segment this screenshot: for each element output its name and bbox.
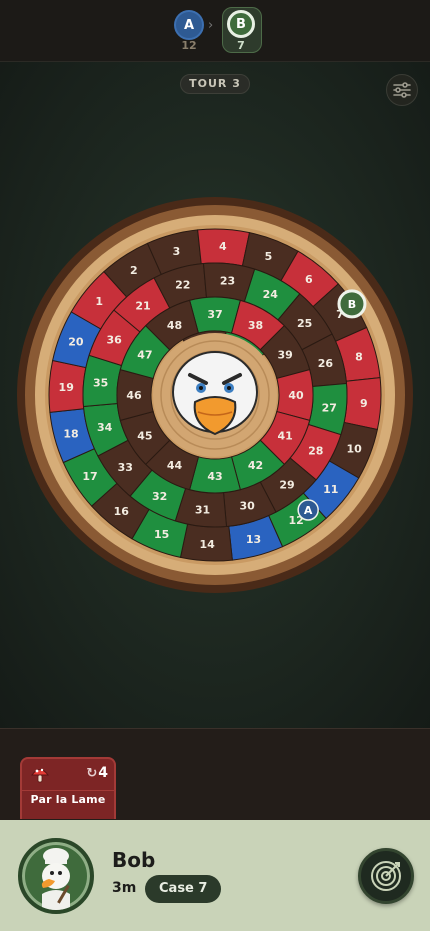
- card-count-value: 4: [98, 765, 108, 781]
- duck-face-icon: [172, 351, 258, 436]
- cell-number: 39: [277, 349, 292, 362]
- cell-number: 44: [167, 459, 183, 472]
- cell-number: 16: [114, 505, 130, 518]
- cell-number: 28: [308, 444, 323, 457]
- cell-number: 17: [82, 470, 97, 483]
- top-bar: A 12 › B 7: [0, 0, 430, 62]
- cell-number: 13: [246, 533, 261, 546]
- player-time: 3m: [112, 880, 137, 896]
- cell-number: 5: [265, 250, 273, 263]
- cell-number: 31: [195, 503, 210, 516]
- pawn-letter: A: [304, 504, 313, 517]
- cell-number: 26: [318, 357, 334, 370]
- cell-number: 6: [305, 273, 313, 286]
- player-b-score: 7: [237, 39, 245, 52]
- cell-number: 19: [59, 381, 74, 394]
- target-button[interactable]: [358, 848, 414, 904]
- cell-number: 40: [288, 389, 304, 402]
- cell-number: 20: [68, 336, 84, 349]
- cell-number: 42: [248, 459, 263, 472]
- cell-number: 24: [263, 288, 279, 301]
- cell-number: 46: [126, 389, 142, 402]
- mushroom-icon: [31, 768, 49, 783]
- card-header: ↻4: [22, 759, 114, 791]
- chef-duck-avatar-icon: [41, 848, 70, 910]
- action-card[interactable]: ↻4 Par la Lame: [20, 757, 116, 819]
- cell-number: 4: [219, 240, 227, 253]
- current-player-panel: Bob 3m Case 7: [0, 820, 430, 931]
- cell-number: 37: [207, 308, 222, 321]
- cell-number: 34: [97, 421, 113, 434]
- cell-number: 14: [200, 538, 216, 551]
- sliders-icon: [393, 82, 411, 98]
- target-icon: [371, 861, 401, 891]
- card-count: ↻4: [86, 765, 108, 781]
- card-label: Par la Lame: [30, 793, 106, 806]
- cell-number: 35: [93, 376, 108, 389]
- cell-number: 15: [154, 528, 169, 541]
- settings-button[interactable]: [386, 74, 418, 106]
- position-badge: Case 7: [145, 875, 222, 903]
- cell-number: 11: [323, 483, 338, 496]
- cell-number: 43: [207, 470, 222, 483]
- round-badge: TOUR 3: [180, 74, 250, 94]
- cell-number: 33: [118, 461, 133, 474]
- chevron-right-icon: ›: [208, 18, 214, 33]
- player-name: Bob: [112, 848, 156, 872]
- cell-number: 47: [137, 349, 152, 362]
- cell-number: 38: [248, 319, 263, 332]
- cell-number: 41: [277, 430, 292, 443]
- cell-number: 18: [63, 428, 78, 441]
- cell-number: 45: [137, 430, 152, 443]
- player-a-score: 12: [181, 39, 197, 52]
- cell-number: 29: [279, 479, 294, 492]
- cell-number: 25: [297, 317, 312, 330]
- avatar[interactable]: [18, 838, 94, 914]
- player-b-letter: B: [236, 16, 246, 32]
- player-a-chip[interactable]: A: [174, 10, 204, 40]
- cell-number: 48: [167, 319, 182, 332]
- cell-number: 22: [175, 279, 190, 292]
- cell-number: 2: [130, 264, 138, 277]
- player-a-letter: A: [183, 17, 195, 33]
- player-b-chip[interactable]: B: [227, 10, 255, 38]
- cell-number: 10: [346, 442, 362, 455]
- cell-number: 30: [240, 499, 256, 512]
- cell-number: 1: [95, 295, 103, 308]
- pawn-letter: B: [348, 298, 356, 311]
- cell-number: 8: [355, 350, 363, 363]
- card-divider: [22, 790, 114, 791]
- cell-number: 36: [107, 334, 123, 347]
- cell-number: 9: [360, 397, 368, 410]
- cell-number: 21: [135, 299, 150, 312]
- game-board: 123 45678910111213141516171819202122 23242…: [17, 197, 413, 593]
- cell-number: 3: [173, 245, 181, 258]
- cycle-icon: ↻: [86, 766, 98, 781]
- cell-number: 32: [152, 490, 167, 503]
- cell-number: 27: [322, 402, 337, 415]
- cell-number: 23: [220, 275, 235, 288]
